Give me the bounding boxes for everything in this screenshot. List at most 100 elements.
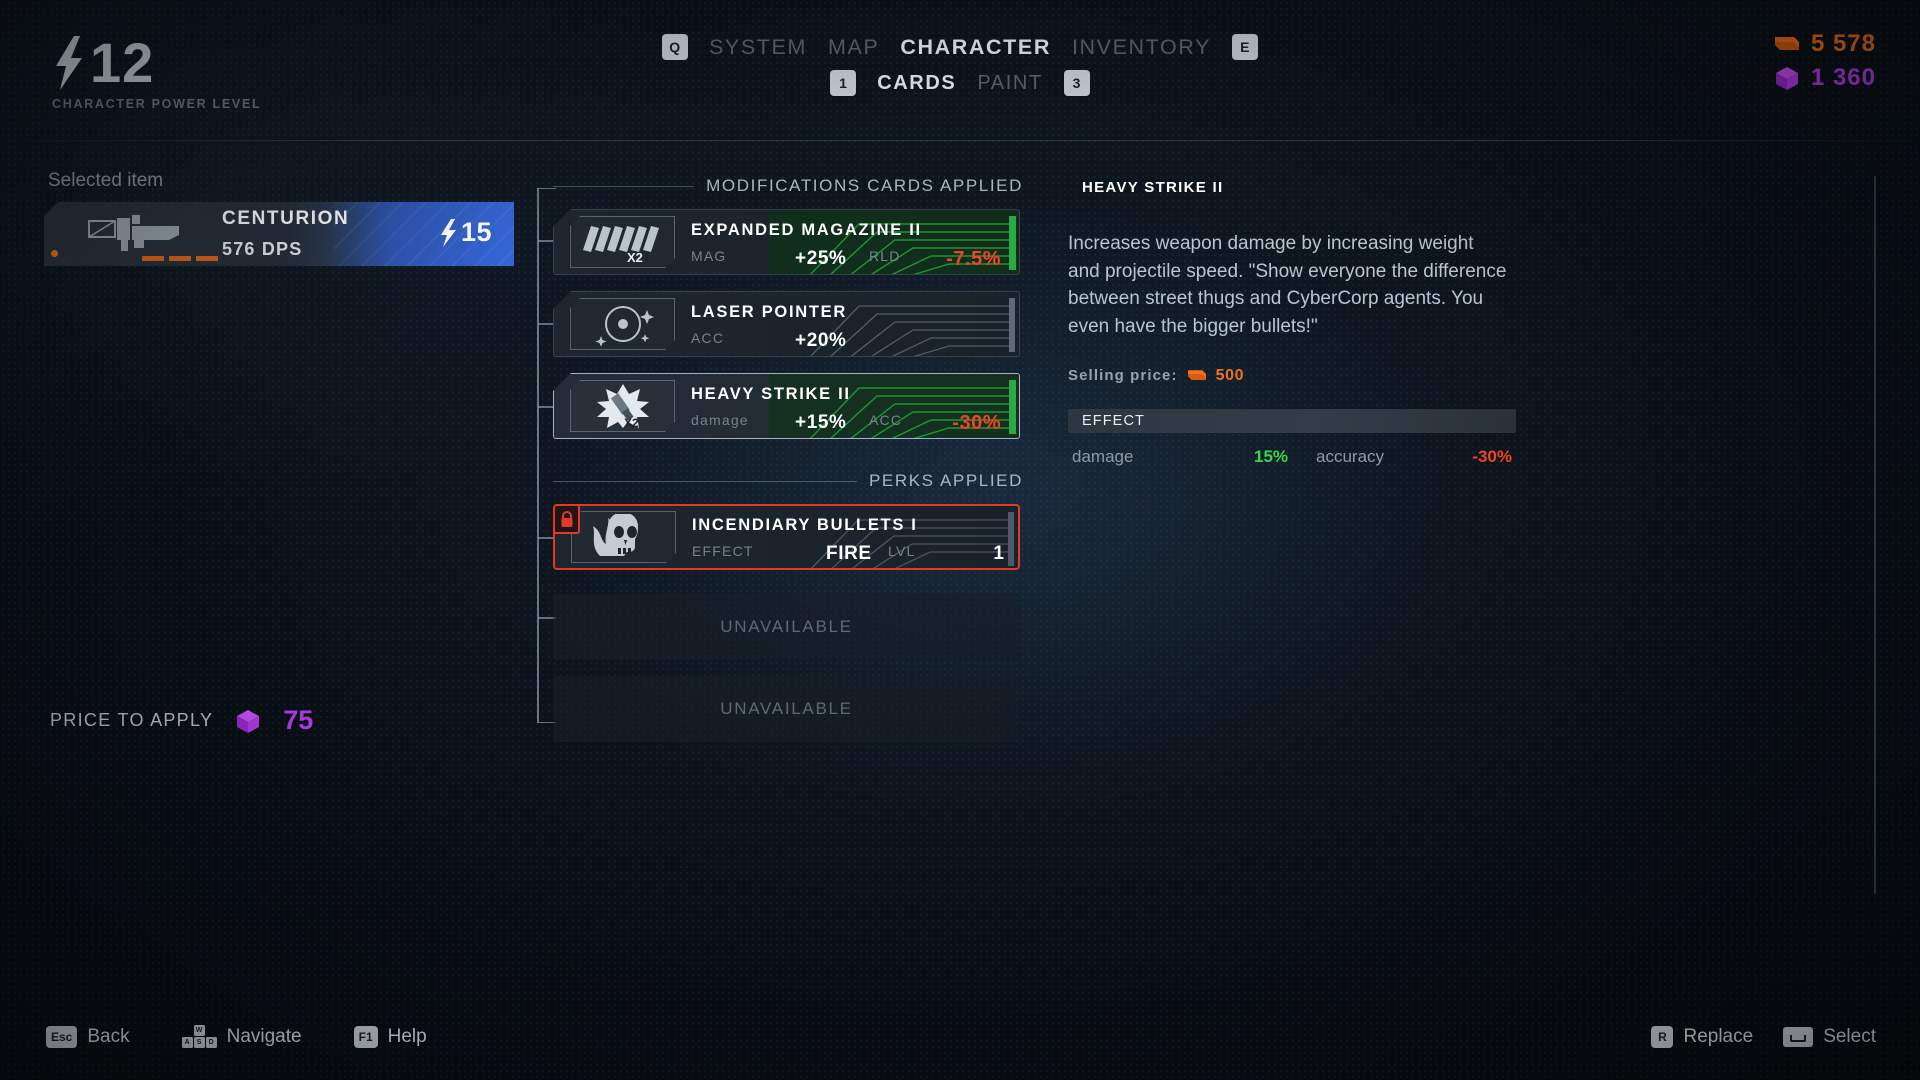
detail-title: HEAVY STRIKE II xyxy=(1082,178,1224,196)
mod-stat-penalty: -7.5% xyxy=(946,247,1001,270)
price-to-apply-label: PRICE TO APPLY xyxy=(50,710,214,730)
scrollbar[interactable] xyxy=(1874,176,1876,894)
mod-card-laser-pointer[interactable]: LASER POINTER ACC +20% xyxy=(553,291,1020,357)
unavailable-label: UNAVAILABLE xyxy=(720,617,853,636)
gem-icon xyxy=(237,709,260,733)
selling-price-label: Selling price: xyxy=(1068,367,1178,385)
footer-help-label: Help xyxy=(387,1025,427,1047)
selling-price: Selling price: 500 xyxy=(1068,367,1516,385)
selected-item-power-value: 15 xyxy=(460,217,492,247)
mod-stat-key: ACC xyxy=(691,329,725,346)
navigation: Q SYSTEM MAP CHARACTER INVENTORY E 1 CAR… xyxy=(0,34,1920,96)
wasd-keys-icon: W ASD xyxy=(181,1025,217,1048)
tab-paint[interactable]: PAINT xyxy=(977,72,1042,95)
selected-item-dps: 576 DPS xyxy=(222,239,303,259)
section-divider xyxy=(553,480,857,482)
mod-stat-key: damage xyxy=(691,411,749,428)
cash-currency: 5 578 xyxy=(1774,30,1876,58)
esc-key-icon: Esc xyxy=(46,1025,78,1048)
unavailable-slot[interactable]: UNAVAILABLE xyxy=(553,676,1020,742)
effect-value-damage: 15% xyxy=(1254,446,1289,466)
tab-character[interactable]: CHARACTER xyxy=(900,35,1051,60)
section-divider xyxy=(553,185,695,187)
detail-description: Increases weapon damage by increasing we… xyxy=(1068,233,1507,338)
mod-card-expanded-magazine[interactable]: X2 EXPANDED MAGAZINE II MAG +25% RLD -7.… xyxy=(553,209,1020,275)
laser-pointer-icon xyxy=(570,298,675,350)
rarity-dot xyxy=(51,250,58,257)
footer-navigate-control[interactable]: W ASD Navigate xyxy=(181,1025,302,1048)
footer-select-label: Select xyxy=(1823,1026,1876,1047)
perk-stat-key: EFFECT xyxy=(692,542,754,559)
svg-text:X2: X2 xyxy=(624,416,639,429)
svg-text:X2: X2 xyxy=(627,250,643,264)
selected-item-label: Selected item xyxy=(48,170,164,191)
selected-item-power: 15 xyxy=(439,217,492,248)
r-key-icon: R xyxy=(1651,1026,1674,1048)
tab-system[interactable]: SYSTEM xyxy=(709,35,807,60)
sub-tab-row: 1 CARDS PAINT 3 xyxy=(830,70,1090,96)
rarity-bars xyxy=(142,256,218,261)
footer-back-control[interactable]: Esc Back xyxy=(46,1025,130,1048)
selling-price-value: 500 xyxy=(1215,366,1245,384)
cash-value: 5 578 xyxy=(1810,30,1876,57)
mod-stat-value: +20% xyxy=(795,329,847,351)
footer-left-controls: Esc Back W ASD Navigate F1 Help xyxy=(46,1025,427,1048)
effect-value-accuracy: -30% xyxy=(1472,446,1512,466)
gem-value: 1 360 xyxy=(1810,64,1876,91)
tab-map[interactable]: MAP xyxy=(828,35,879,60)
perk-stat-key-secondary: LVL xyxy=(888,542,916,559)
unavailable-label: UNAVAILABLE xyxy=(720,699,853,718)
tab-cards[interactable]: CARDS xyxy=(877,72,956,95)
perk-card-title: INCENDIARY BULLETS I xyxy=(692,515,918,534)
cash-icon xyxy=(1187,370,1206,381)
gem-icon xyxy=(1775,67,1798,90)
effect-row: damage 15% accuracy -30% xyxy=(1068,447,1516,467)
mods-section-header: MODIFICATIONS CARDS APPLIED xyxy=(553,176,1023,196)
footer-right-controls: R Replace Select xyxy=(1651,1026,1876,1048)
price-to-apply-value: 75 xyxy=(283,705,314,735)
footer-replace-control[interactable]: R Replace xyxy=(1651,1026,1753,1048)
heavy-strike-icon: X2 xyxy=(570,380,675,432)
detail-title-bar: HEAVY STRIKE II xyxy=(1068,174,1516,200)
mod-stat-value: +15% xyxy=(795,411,847,433)
perks-section-title: PERKS APPLIED xyxy=(868,471,1023,490)
effect-header-label: EFFECT xyxy=(1082,412,1145,429)
mod-stat-value: +25% xyxy=(795,247,847,269)
header-divider xyxy=(0,140,1920,141)
mod-stat-penalty: -30% xyxy=(952,411,1001,434)
perk-level-value: 1 xyxy=(993,542,1004,564)
unavailable-slot[interactable]: UNAVAILABLE xyxy=(553,594,1020,660)
main-tab-row: Q SYSTEM MAP CHARACTER INVENTORY E xyxy=(661,34,1259,60)
detail-panel: HEAVY STRIKE II Increases weapon damage … xyxy=(1068,174,1516,467)
mod-stat-key-secondary: ACC xyxy=(869,411,903,428)
footer-help-control[interactable]: F1 Help xyxy=(353,1025,427,1048)
price-to-apply: PRICE TO APPLY 75 xyxy=(50,705,313,736)
mod-stat-key-secondary: RLD xyxy=(869,247,901,264)
flaming-skull-icon xyxy=(571,511,676,563)
perk-stat-value: FIRE xyxy=(826,542,872,564)
mod-stat-key: MAG xyxy=(691,247,727,264)
q-key-icon[interactable]: Q xyxy=(661,34,688,60)
magazine-icon: X2 xyxy=(570,216,675,268)
footer-select-control[interactable]: Select xyxy=(1783,1026,1876,1048)
effect-header-bar: EFFECT xyxy=(1068,408,1516,433)
effect-key-accuracy: accuracy xyxy=(1316,446,1385,466)
one-key-icon[interactable]: 1 xyxy=(830,70,857,96)
footer-navigate-label: Navigate xyxy=(226,1025,302,1047)
selected-item-card[interactable]: CENTURION 576 DPS 15 xyxy=(44,202,514,266)
footer-replace-label: Replace xyxy=(1683,1026,1754,1047)
power-level-label: CHARACTER POWER LEVEL xyxy=(52,97,262,111)
mod-card-title: EXPANDED MAGAZINE II xyxy=(691,220,922,239)
gem-currency: 1 360 xyxy=(1774,64,1876,92)
three-key-icon[interactable]: 3 xyxy=(1063,70,1090,96)
e-key-icon[interactable]: E xyxy=(1232,34,1259,60)
lightning-bolt-icon xyxy=(440,218,456,247)
cash-icon xyxy=(1774,37,1799,50)
mod-card-heavy-strike[interactable]: X2 HEAVY STRIKE II damage +15% ACC -30% xyxy=(553,373,1020,439)
tab-inventory[interactable]: INVENTORY xyxy=(1072,35,1211,60)
perks-section-header: PERKS APPLIED xyxy=(553,471,1023,491)
mod-card-title: HEAVY STRIKE II xyxy=(691,384,851,403)
rifle-icon xyxy=(80,213,190,255)
footer-back-label: Back xyxy=(87,1025,130,1047)
perk-card-incendiary-bullets[interactable]: INCENDIARY BULLETS I EFFECT FIRE LVL 1 xyxy=(553,504,1020,570)
